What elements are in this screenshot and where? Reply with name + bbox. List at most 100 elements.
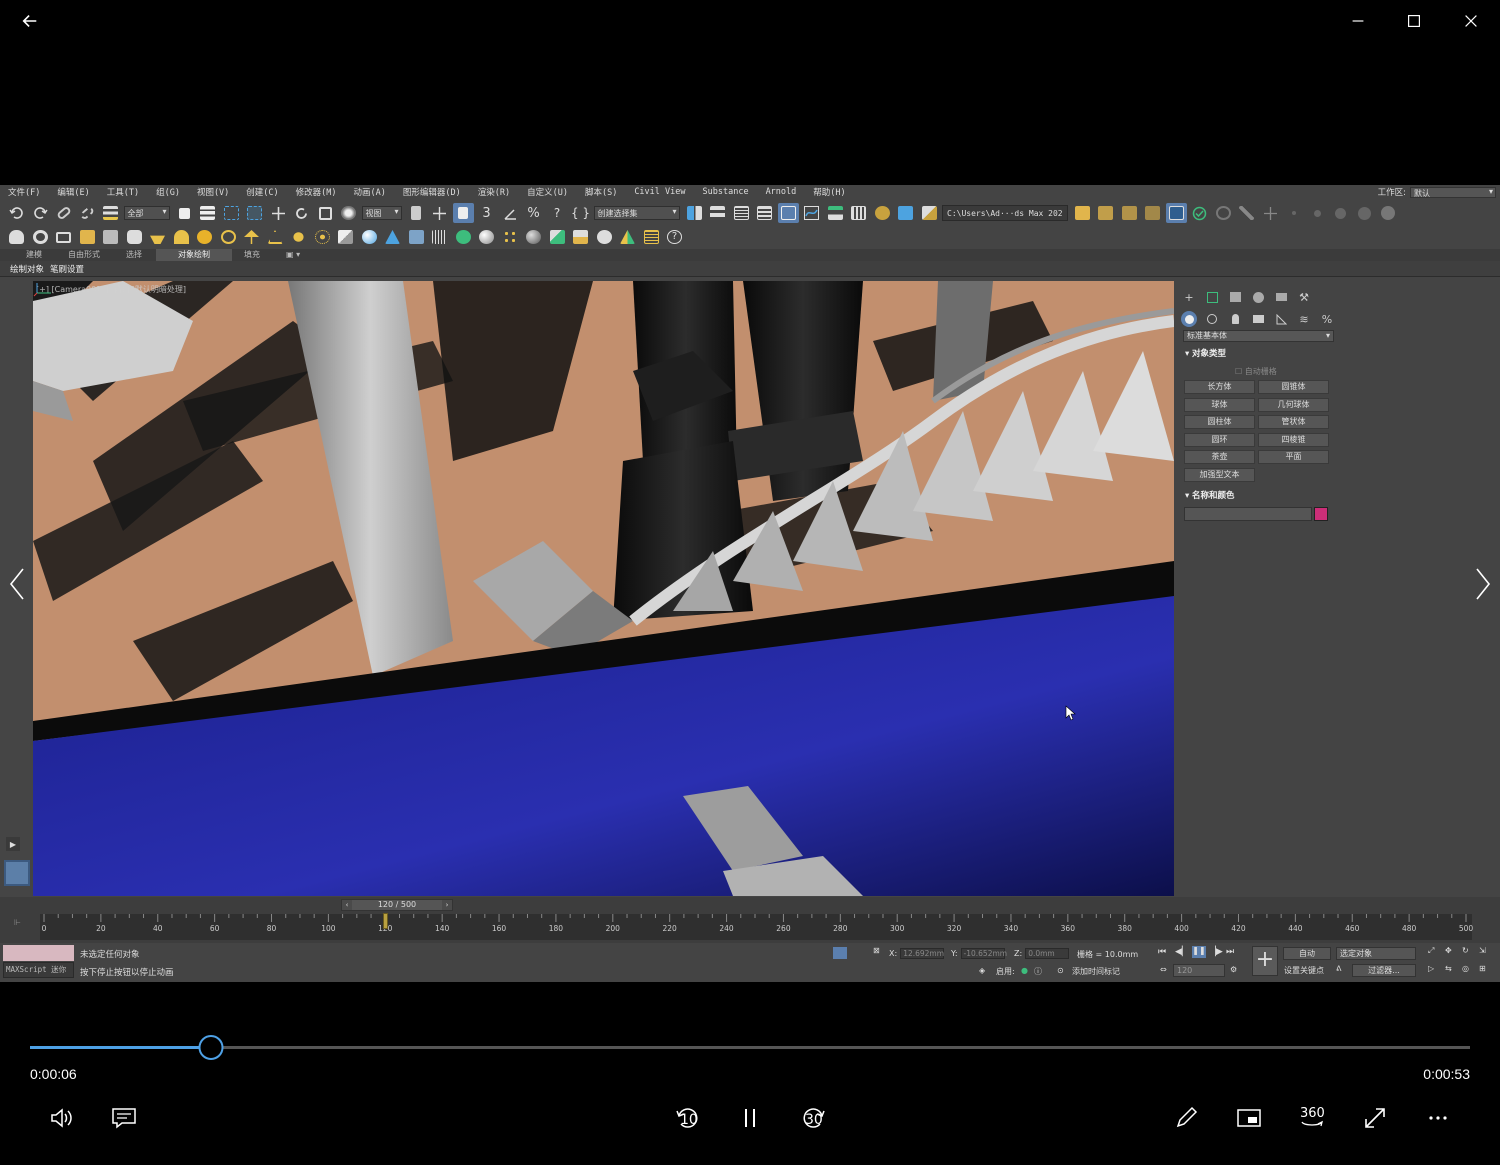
maximize-viewport-icon[interactable]: ⊞ [1479, 964, 1486, 973]
vr-360-icon[interactable]: 360 [1294, 1100, 1330, 1136]
schematic-view-icon[interactable] [825, 203, 846, 223]
layer-explorer-icon[interactable] [754, 203, 775, 223]
move-gizmo-icon[interactable] [1260, 203, 1281, 223]
dot-medium-icon[interactable] [1307, 203, 1328, 223]
keyboard-shortcut-toggle-icon[interactable] [452, 203, 474, 223]
notes-icon[interactable] [641, 227, 662, 247]
project-path-field[interactable]: C:\Users\Ad···ds Max 202 [942, 205, 1068, 221]
menu-rendering[interactable]: 渲染(R) [470, 186, 519, 198]
systems-category-icon[interactable]: % [1319, 311, 1335, 327]
spinner-snap-icon[interactable]: ? [547, 203, 568, 223]
lock-selection-icon[interactable]: ⊠ [873, 946, 880, 955]
light-half-icon[interactable] [171, 227, 192, 247]
zoom-icon[interactable]: ⤢ [1428, 946, 1434, 956]
dolly-icon[interactable]: ⇆ [1445, 964, 1452, 973]
sphere-icon[interactable] [359, 227, 380, 247]
cone-button[interactable]: 圆锥体 [1258, 380, 1329, 394]
set-key-plus-button[interactable]: + [1252, 946, 1278, 976]
fov-icon[interactable]: ▷ [1428, 964, 1434, 973]
close-icon[interactable] [1457, 8, 1485, 34]
next-frame-icon[interactable]: ▕▶ [1209, 947, 1223, 957]
helpers-category-icon[interactable] [1273, 311, 1289, 327]
scale-icon[interactable] [315, 203, 336, 223]
ribbon-options-icon[interactable]: ▣ ▾ [274, 249, 314, 261]
z-input[interactable]: 0.0mm [1025, 948, 1070, 959]
status-info-icon[interactable]: ⓘ [1034, 966, 1042, 977]
motion-tab-icon[interactable] [1250, 289, 1266, 305]
mass-fx-icon[interactable] [570, 227, 591, 247]
edit-pencil-icon[interactable] [1168, 1100, 1204, 1136]
modifier-icon[interactable] [406, 227, 427, 247]
rendered-frame-window-icon[interactable] [895, 203, 916, 223]
seek-bar[interactable] [30, 1035, 1470, 1060]
pyramid-button[interactable]: 四棱锥 [1258, 433, 1329, 447]
box-button[interactable]: 长方体 [1184, 380, 1255, 394]
next-video-icon[interactable] [1468, 566, 1496, 602]
sky-light-icon[interactable] [312, 227, 333, 247]
menu-graph-editors[interactable]: 图形编辑器(D) [395, 186, 470, 198]
sync-icon[interactable] [1213, 203, 1234, 223]
skip-forward-button[interactable]: 30 [796, 1100, 832, 1136]
edit-named-selection-icon[interactable]: { } [570, 203, 591, 223]
video-camera-icon[interactable] [124, 227, 145, 247]
sun-icon[interactable] [288, 227, 309, 247]
selection-filter-dropdown[interactable]: 全部 [123, 206, 170, 220]
playhead[interactable] [383, 913, 389, 929]
align-icon[interactable] [707, 203, 728, 223]
torus-icon[interactable] [30, 227, 51, 247]
pan-icon[interactable]: ✥ [1445, 946, 1452, 955]
render-production-icon[interactable] [919, 203, 940, 223]
viewport-layout-thumbnail[interactable] [4, 860, 30, 886]
paste-icon[interactable] [100, 227, 121, 247]
menu-arnold[interactable]: Arnold [758, 187, 806, 197]
pivot-icon[interactable] [406, 203, 427, 223]
ribbon-tab-freeform[interactable]: 自由形式 [56, 249, 114, 261]
geometry-type-dropdown[interactable]: 标准基本体 [1183, 330, 1334, 342]
sphere-button[interactable]: 球体 [1184, 398, 1255, 412]
ribbon-tab-selection[interactable]: 选择 [114, 249, 156, 261]
teapot-icon[interactable] [6, 227, 27, 247]
lights-category-icon[interactable] [1227, 311, 1243, 327]
text-plus-button[interactable]: 加强型文本 [1184, 468, 1255, 482]
menu-scripting[interactable]: 脚本(S) [577, 186, 626, 198]
expand-arrow-icon[interactable]: ▶ [6, 837, 20, 851]
volume-icon[interactable] [43, 1100, 79, 1136]
project-settings-icon[interactable] [1142, 203, 1163, 223]
percent-snap-icon[interactable]: % [523, 203, 544, 223]
set-key-button[interactable]: 设置关键点 [1284, 965, 1324, 976]
link-icon[interactable] [53, 203, 74, 223]
undo-icon[interactable] [6, 203, 27, 223]
tube-button[interactable]: 管状体 [1258, 415, 1329, 429]
goto-start-icon[interactable]: ⏮ [1158, 947, 1166, 957]
ribbon-tab-modeling[interactable]: 建模 [14, 249, 56, 261]
scene-explorer-icon[interactable] [731, 203, 752, 223]
cube-icon[interactable] [335, 227, 356, 247]
orbit-icon[interactable]: ↻ [1462, 946, 1469, 955]
time-tag-icon[interactable]: ⊙ [1057, 966, 1064, 975]
curve-editor-icon[interactable] [801, 203, 822, 223]
cylinder-button[interactable]: 圆柱体 [1184, 415, 1255, 429]
auto-key-button[interactable]: 自动 [1283, 947, 1331, 960]
hair-icon[interactable] [453, 227, 474, 247]
back-arrow-icon[interactable] [16, 8, 44, 34]
toggle-ribbon-icon[interactable] [777, 203, 799, 223]
geosphere-button[interactable]: 几何球体 [1258, 398, 1329, 412]
select-object-icon[interactable] [174, 203, 195, 223]
project-open-icon[interactable] [1095, 203, 1116, 223]
modify-tab-icon[interactable] [1204, 289, 1220, 305]
adaptive-degradation-icon[interactable]: ◈ [979, 966, 985, 975]
menu-animation[interactable]: 动画(A) [346, 186, 395, 198]
render-setup-icon[interactable] [872, 203, 893, 223]
subtitles-icon[interactable] [106, 1100, 142, 1136]
add-time-tag[interactable]: 添加时间标记 [1072, 966, 1120, 977]
grass-icon[interactable] [429, 227, 450, 247]
goto-end-icon[interactable]: ⏭ [1226, 947, 1234, 957]
utilities-tab-icon[interactable]: ⚒ [1296, 289, 1312, 305]
time-slider[interactable]: ‹ 120 / 500 › [341, 899, 453, 911]
shapes-category-icon[interactable] [1204, 311, 1220, 327]
menu-group[interactable]: 组(G) [148, 186, 189, 198]
mirror-icon[interactable] [684, 203, 705, 223]
cameras-category-icon[interactable] [1250, 311, 1266, 327]
camera-icon[interactable] [53, 227, 74, 247]
bind-space-warp-icon[interactable] [100, 203, 121, 223]
